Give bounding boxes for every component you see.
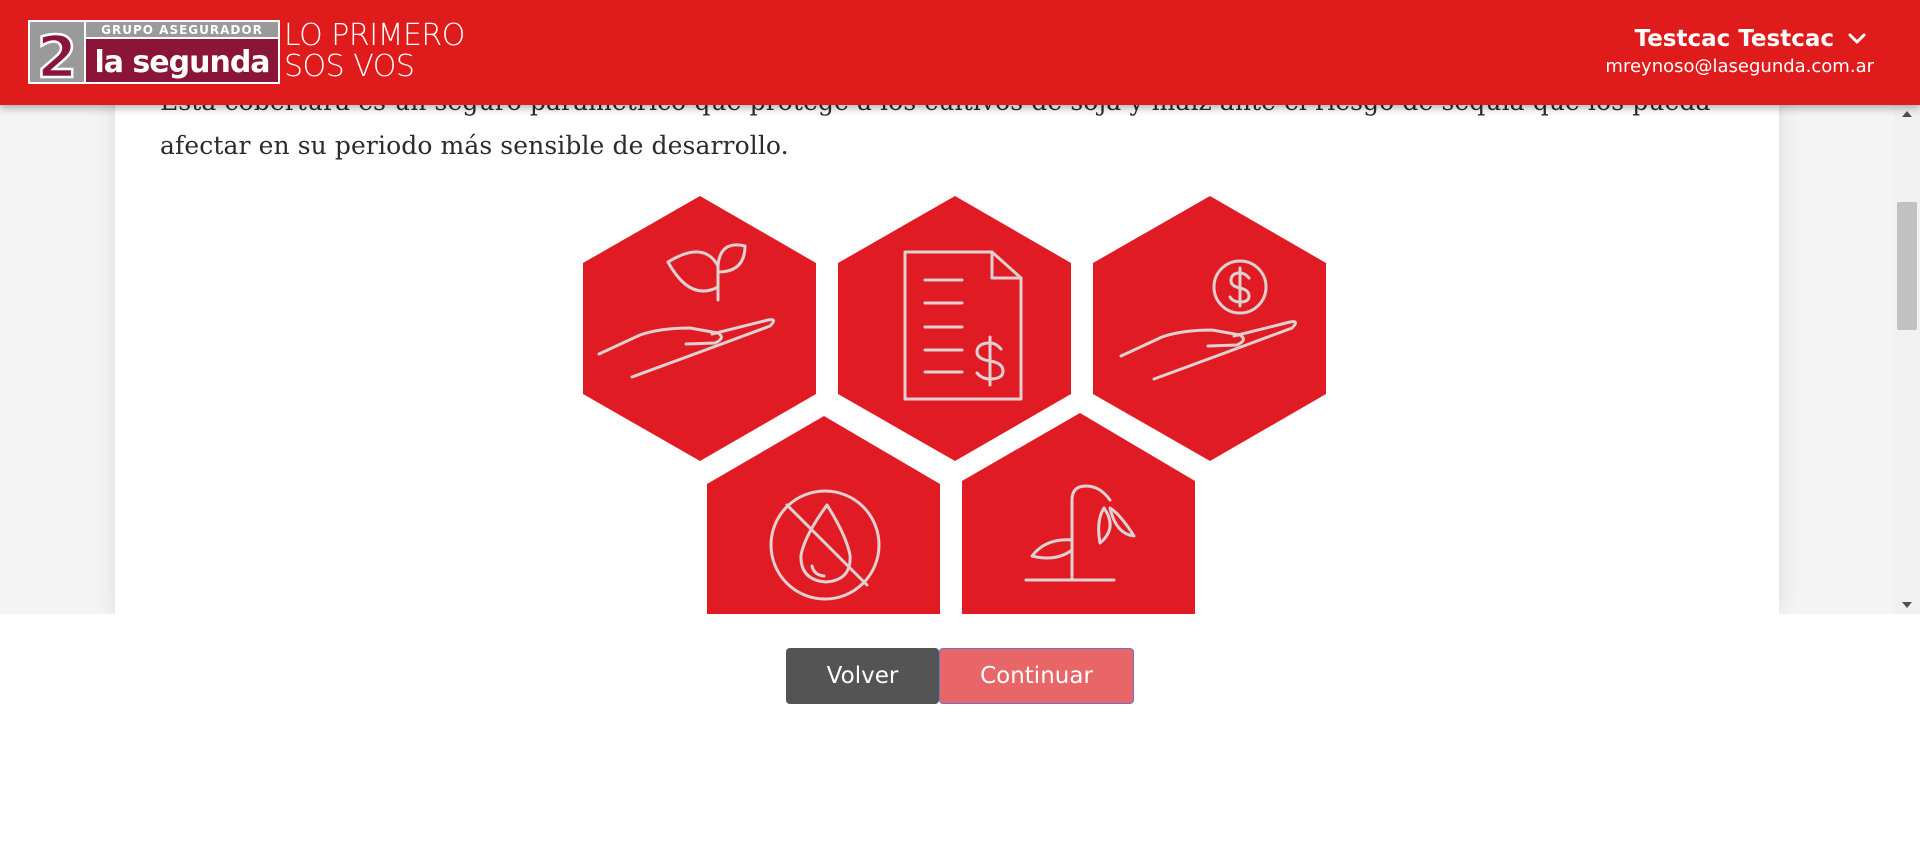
logo-brand-name: la segunda [94, 45, 269, 80]
house-tile [962, 413, 1195, 614]
continue-button[interactable]: Continuar [939, 648, 1134, 704]
logo-number: 2 [37, 23, 77, 84]
back-button[interactable]: Volver [786, 648, 939, 704]
scroll-up-arrow-icon[interactable] [1893, 105, 1920, 123]
slogan-line-1: LO PRIMERO [284, 18, 465, 53]
user-menu[interactable]: Testcac Testcac mreynoso@lasegunda.com.a… [1605, 24, 1874, 79]
scroll-down-arrow-icon[interactable] [1893, 596, 1920, 614]
chevron-down-icon[interactable] [1848, 33, 1866, 45]
la-segunda-logo[interactable]: 2 GRUPO ASEGURADOR la segunda [28, 20, 280, 84]
brand-slogan: LO PRIMERO SOS VOS [284, 20, 465, 82]
scroll-thumb[interactable] [1897, 202, 1917, 330]
logo-group-text: GRUPO ASEGURADOR [101, 23, 263, 37]
house-tile [707, 416, 940, 614]
user-name: Testcac Testcac [1634, 26, 1834, 52]
user-email: mreynoso@lasegunda.com.ar [1605, 56, 1874, 77]
slogan-line-2: SOS VOS [284, 49, 415, 84]
vertical-scrollbar[interactable] [1893, 105, 1920, 614]
top-header: 2 GRUPO ASEGURADOR la segunda LO PRIMERO… [0, 0, 1920, 105]
